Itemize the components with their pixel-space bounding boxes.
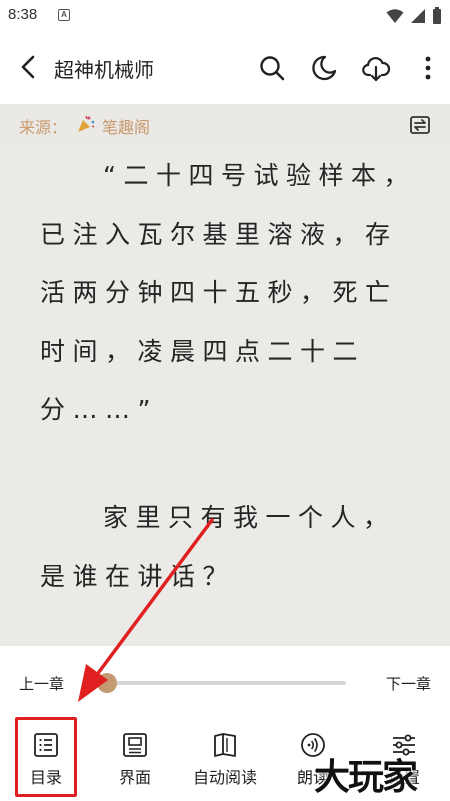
annotation-arrow: [78, 518, 214, 702]
watermark: 大玩家: [314, 757, 418, 798]
